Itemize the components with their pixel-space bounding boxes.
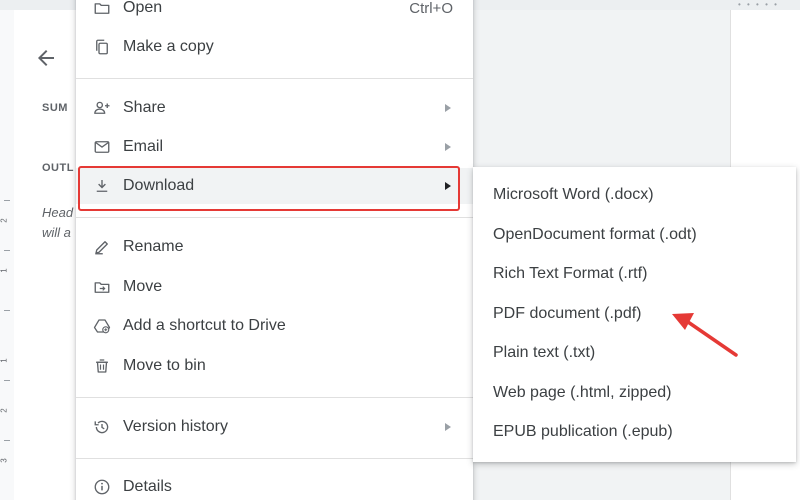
menu-divider bbox=[76, 397, 473, 398]
ruler-number: 1 bbox=[0, 358, 9, 363]
outline-heading: OUTL bbox=[42, 162, 74, 174]
outline-hint-line: Head bbox=[42, 205, 74, 220]
pencil-icon bbox=[92, 237, 112, 257]
submenu-arrow-icon bbox=[445, 423, 451, 431]
download-option-epub[interactable]: EPUB publication (.epub) bbox=[473, 414, 796, 450]
submenu-arrow-icon bbox=[445, 104, 451, 112]
menu-item-label: Open bbox=[123, 0, 163, 16]
menu-item-details[interactable]: Details bbox=[76, 469, 473, 500]
download-option-label: OpenDocument format (.odt) bbox=[493, 226, 697, 243]
menu-item-label: Download bbox=[123, 177, 195, 194]
menu-item-open[interactable]: Open Ctrl+O bbox=[76, 0, 473, 26]
download-option-rtf[interactable]: Rich Text Format (.rtf) bbox=[473, 256, 796, 292]
download-option-txt[interactable]: Plain text (.txt) bbox=[473, 335, 796, 371]
move-folder-icon bbox=[92, 277, 112, 297]
ruler-dots: • • • • • bbox=[738, 0, 779, 9]
menu-item-share[interactable]: Share bbox=[76, 90, 473, 126]
menu-item-label: Email bbox=[123, 138, 164, 155]
outline-hint-line: will a bbox=[42, 225, 71, 240]
mail-icon bbox=[92, 137, 112, 157]
download-option-odt[interactable]: OpenDocument format (.odt) bbox=[473, 217, 796, 253]
file-menu: Open Ctrl+O Make a copy Share Email Down… bbox=[76, 0, 473, 500]
menu-item-rename[interactable]: Rename bbox=[76, 229, 473, 265]
menu-divider bbox=[76, 458, 473, 459]
download-icon bbox=[92, 176, 112, 196]
download-submenu: Microsoft Word (.docx) OpenDocument form… bbox=[473, 167, 796, 462]
ruler-number: 2 bbox=[0, 218, 9, 223]
download-option-docx[interactable]: Microsoft Word (.docx) bbox=[473, 177, 796, 213]
copy-icon bbox=[92, 37, 112, 57]
back-arrow-icon[interactable] bbox=[34, 46, 58, 70]
submenu-arrow-icon bbox=[445, 182, 451, 190]
trash-icon bbox=[92, 356, 112, 376]
ruler-number: 3 bbox=[0, 458, 9, 463]
vertical-ruler: 2 1 1 2 3 bbox=[0, 10, 15, 500]
menu-item-label: Add a shortcut to Drive bbox=[123, 317, 286, 334]
menu-item-label: Version history bbox=[123, 418, 228, 435]
menu-item-email[interactable]: Email bbox=[76, 129, 473, 165]
menu-divider bbox=[76, 217, 473, 218]
menu-item-download[interactable]: Download bbox=[76, 168, 473, 204]
menu-item-version-history[interactable]: Version history bbox=[76, 409, 473, 445]
menu-item-move[interactable]: Move bbox=[76, 269, 473, 305]
menu-item-move-to-bin[interactable]: Move to bin bbox=[76, 348, 473, 384]
download-option-pdf[interactable]: PDF document (.pdf) bbox=[473, 296, 796, 332]
menu-item-label: Make a copy bbox=[123, 38, 214, 55]
menu-item-label: Share bbox=[123, 99, 166, 116]
menu-item-label: Rename bbox=[123, 238, 184, 255]
folder-icon bbox=[92, 0, 112, 18]
menu-item-make-a-copy[interactable]: Make a copy bbox=[76, 29, 473, 65]
docs-screen: • • • • • 2 1 1 2 3 SUM OUTL Head will a… bbox=[0, 0, 800, 500]
menu-item-label: Move to bin bbox=[123, 357, 206, 374]
drive-shortcut-icon bbox=[92, 316, 112, 336]
menu-divider bbox=[76, 78, 473, 79]
download-option-label: Plain text (.txt) bbox=[493, 344, 596, 361]
download-option-label: PDF document (.pdf) bbox=[493, 305, 642, 322]
info-icon bbox=[92, 477, 112, 497]
person-add-icon bbox=[92, 98, 112, 118]
submenu-arrow-icon bbox=[445, 143, 451, 151]
ruler-number: 1 bbox=[0, 268, 9, 273]
menu-shortcut: Ctrl+O bbox=[409, 0, 453, 17]
history-icon bbox=[92, 417, 112, 437]
menu-item-label: Move bbox=[123, 278, 163, 295]
download-option-label: Microsoft Word (.docx) bbox=[493, 186, 654, 203]
download-option-label: Rich Text Format (.rtf) bbox=[493, 265, 648, 282]
download-option-html[interactable]: Web page (.html, zipped) bbox=[473, 375, 796, 411]
menu-item-label: Details bbox=[123, 478, 172, 495]
outline-panel bbox=[14, 10, 76, 500]
summary-heading: SUM bbox=[42, 102, 68, 114]
menu-item-add-shortcut[interactable]: Add a shortcut to Drive bbox=[76, 308, 473, 344]
download-option-label: Web page (.html, zipped) bbox=[493, 384, 672, 401]
download-option-label: EPUB publication (.epub) bbox=[493, 423, 673, 440]
ruler-number: 2 bbox=[0, 408, 9, 413]
